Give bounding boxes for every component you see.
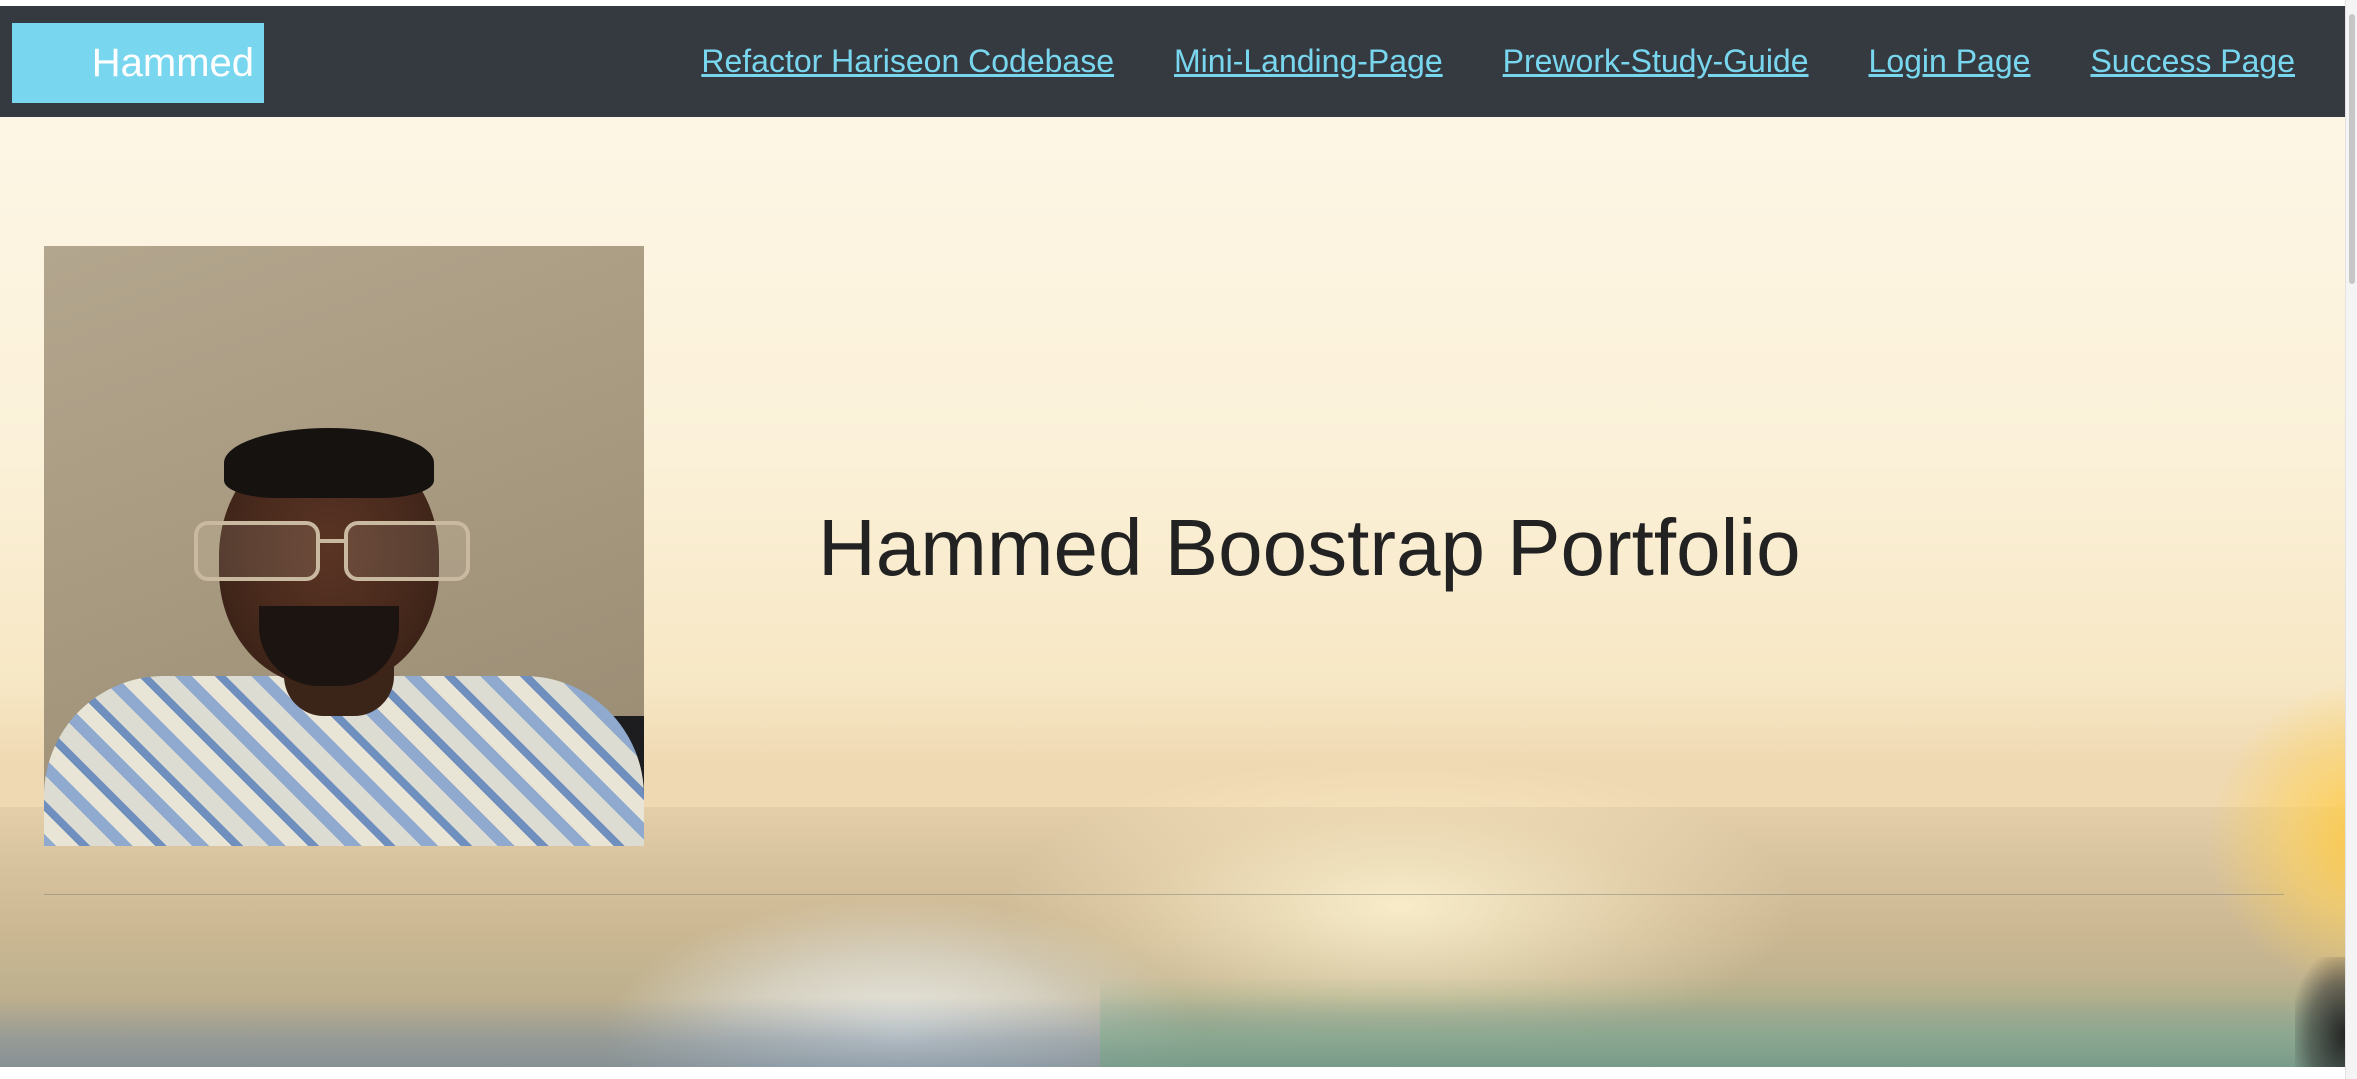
background-dark-edge xyxy=(2295,957,2345,1067)
vertical-scrollbar[interactable] xyxy=(2345,0,2357,1079)
nav-link-refactor-hariseon-codebase[interactable]: Refactor Hariseon Codebase xyxy=(701,43,1114,80)
profile-photo xyxy=(44,246,644,846)
hero-section: Hammed Boostrap Portfolio xyxy=(0,117,2345,1067)
page-title: Hammed Boostrap Portfolio xyxy=(818,503,1801,592)
scrollbar-thumb[interactable] xyxy=(2349,14,2355,284)
glasses-lens-right xyxy=(344,521,470,581)
photo-hair xyxy=(224,428,434,498)
glasses-bridge xyxy=(319,539,347,543)
nav-link-mini-landing-page[interactable]: Mini-Landing-Page xyxy=(1174,43,1443,80)
glasses-lens-left xyxy=(194,521,320,581)
nav-link-login-page[interactable]: Login Page xyxy=(1869,43,2031,80)
brand-link[interactable]: Hammed xyxy=(12,23,264,103)
nav-links: Refactor Hariseon Codebase Mini-Landing-… xyxy=(701,6,2295,117)
navbar: Hammed Refactor Hariseon Codebase Mini-L… xyxy=(0,6,2345,117)
background-wave-green xyxy=(1100,977,2345,1067)
background-sun-glow xyxy=(2205,677,2345,997)
photo-glasses xyxy=(184,521,474,581)
page: Hammed Refactor Hariseon Codebase Mini-L… xyxy=(0,0,2345,1079)
divider xyxy=(44,894,2284,895)
nav-link-success-page[interactable]: Success Page xyxy=(2090,43,2295,80)
nav-link-prework-study-guide[interactable]: Prework-Study-Guide xyxy=(1503,43,1809,80)
bottom-border xyxy=(0,1067,2345,1079)
